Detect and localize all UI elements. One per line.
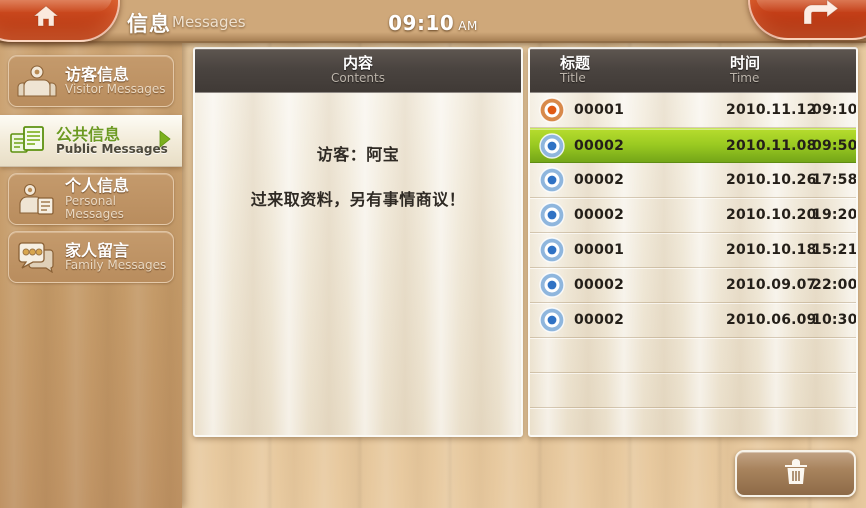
message-row-empty bbox=[530, 408, 856, 435]
person-document-icon bbox=[9, 182, 65, 216]
sidebar-item-label-cn: 个人信息 bbox=[65, 176, 130, 196]
message-row-date: 2010.11.08 bbox=[726, 137, 817, 154]
message-row-time: 15:21 bbox=[812, 242, 858, 258]
chevron-right-icon bbox=[158, 130, 172, 152]
message-row-title: 00002 bbox=[574, 312, 625, 328]
message-line: 访客：阿宝 bbox=[316, 145, 400, 164]
message-body: 访客：阿宝 过来取资料，另有事情商议！ bbox=[195, 93, 521, 210]
message-row[interactable]: 00002 2010.06.09 10:30 bbox=[530, 303, 856, 338]
read-dot-icon bbox=[530, 202, 574, 228]
message-row-date: 2010.09.07 bbox=[726, 277, 817, 293]
clock-ampm: AM bbox=[458, 19, 478, 33]
home-button[interactable] bbox=[0, 0, 120, 42]
sidebar-item-family-messages[interactable]: 家人留言 Family Messages bbox=[8, 231, 174, 283]
message-row-time: 17:58 bbox=[812, 172, 858, 188]
clock: 09:10 AM bbox=[0, 11, 866, 35]
message-list-panel: 标题 Title 时间 Time 00001 2010.11.12 09:10 000… bbox=[528, 47, 858, 437]
sidebar-item-label-cn: 家人留言 bbox=[65, 240, 130, 260]
message-row-empty bbox=[530, 338, 856, 373]
list-panel-header: 标题 Title 时间 Time bbox=[530, 49, 856, 93]
sidebar-item-public-messages[interactable]: 公共信息 Public Messages bbox=[0, 115, 182, 167]
list-header-time-cn: 时间 bbox=[730, 54, 761, 73]
read-dot-icon bbox=[530, 237, 574, 263]
delete-button[interactable] bbox=[735, 450, 856, 497]
trash-icon bbox=[781, 457, 811, 491]
list-header-time-en: Time bbox=[730, 71, 760, 86]
message-row-title: 00002 bbox=[574, 207, 625, 223]
sidebar-item-label-cn: 公共信息 bbox=[56, 124, 121, 144]
message-row-date: 2010.06.09 bbox=[726, 312, 817, 328]
message-row-time: 09:50 bbox=[812, 137, 858, 154]
list-header-title-en: Title bbox=[560, 71, 586, 86]
list-header-title-cn: 标题 bbox=[560, 54, 591, 73]
message-row[interactable]: 00002 2010.09.07 22:00 bbox=[530, 268, 856, 303]
read-dot-icon bbox=[530, 132, 574, 159]
message-row[interactable]: 00001 2010.11.12 09:10 bbox=[530, 93, 856, 128]
home-icon bbox=[32, 4, 60, 32]
message-row-time: 09:10 bbox=[812, 102, 858, 118]
visitor-group-icon bbox=[9, 64, 65, 98]
message-row-title: 00002 bbox=[574, 137, 625, 154]
message-row-time: 19:20 bbox=[812, 207, 858, 223]
sidebar-item-label-en: Family Messages bbox=[65, 258, 167, 273]
message-row-date: 2010.10.26 bbox=[726, 172, 817, 188]
message-row[interactable]: 00001 2010.10.18 15:21 bbox=[530, 233, 856, 268]
message-row-title: 00002 bbox=[574, 277, 625, 293]
message-row-title: 00001 bbox=[574, 102, 625, 118]
message-row-date: 2010.11.12 bbox=[726, 102, 817, 118]
read-dot-icon bbox=[530, 307, 574, 333]
sidebar-item-label-cn: 访客信息 bbox=[65, 64, 130, 84]
message-row[interactable]: 00002 2010.10.26 17:58 bbox=[530, 163, 856, 198]
return-arrow-icon bbox=[800, 0, 840, 32]
message-row-time: 10:30 bbox=[812, 312, 858, 328]
sidebar-item-label-en: Public Messages bbox=[56, 142, 168, 157]
read-dot-icon bbox=[530, 167, 574, 193]
public-document-icon bbox=[0, 124, 56, 158]
message-row-title: 00002 bbox=[574, 172, 625, 188]
read-dot-icon bbox=[530, 272, 574, 298]
message-list: 00001 2010.11.12 09:10 00002 2010.11.08 09:50… bbox=[530, 93, 856, 435]
contents-panel-header: 内容 Contents bbox=[195, 49, 521, 93]
message-line: 过来取资料，另有事情商议！ bbox=[250, 190, 466, 209]
message-row[interactable]: 00002 2010.10.20 19:20 bbox=[530, 198, 856, 233]
sidebar-item-label-en: Visitor Messages bbox=[65, 82, 166, 97]
unread-dot-icon bbox=[530, 97, 574, 123]
sidebar-item-visitor-messages[interactable]: 访客信息 Visitor Messages bbox=[8, 55, 174, 107]
speech-bubble-icon bbox=[9, 241, 65, 273]
clock-time: 09:10 bbox=[388, 11, 455, 35]
message-row-date: 2010.10.18 bbox=[726, 242, 817, 258]
message-row-date: 2010.10.20 bbox=[726, 207, 817, 223]
contents-header-cn: 内容 bbox=[342, 54, 373, 73]
sidebar-item-personal-messages[interactable]: 个人信息 Personal Messages bbox=[8, 173, 174, 225]
top-header-bar: 信息 Messages 09:10 AM bbox=[0, 0, 866, 43]
message-row-title: 00001 bbox=[574, 242, 625, 258]
contents-panel: 内容 Contents 访客：阿宝 过来取资料，另有事情商议！ bbox=[193, 47, 523, 437]
sidebar: 访客信息 Visitor Messages 公共信息 Public Messag… bbox=[0, 43, 182, 508]
contents-header-en: Contents bbox=[331, 71, 385, 86]
message-row-empty bbox=[530, 373, 856, 408]
message-row-time: 22:00 bbox=[812, 277, 858, 293]
message-app-screen: 信息 Messages 09:10 AM 访客信息 Visitor Message… bbox=[0, 0, 866, 508]
sidebar-item-label-en: Personal Messages bbox=[65, 193, 124, 221]
return-button[interactable] bbox=[748, 0, 866, 40]
message-row[interactable]: 00002 2010.11.08 09:50 bbox=[530, 128, 856, 163]
